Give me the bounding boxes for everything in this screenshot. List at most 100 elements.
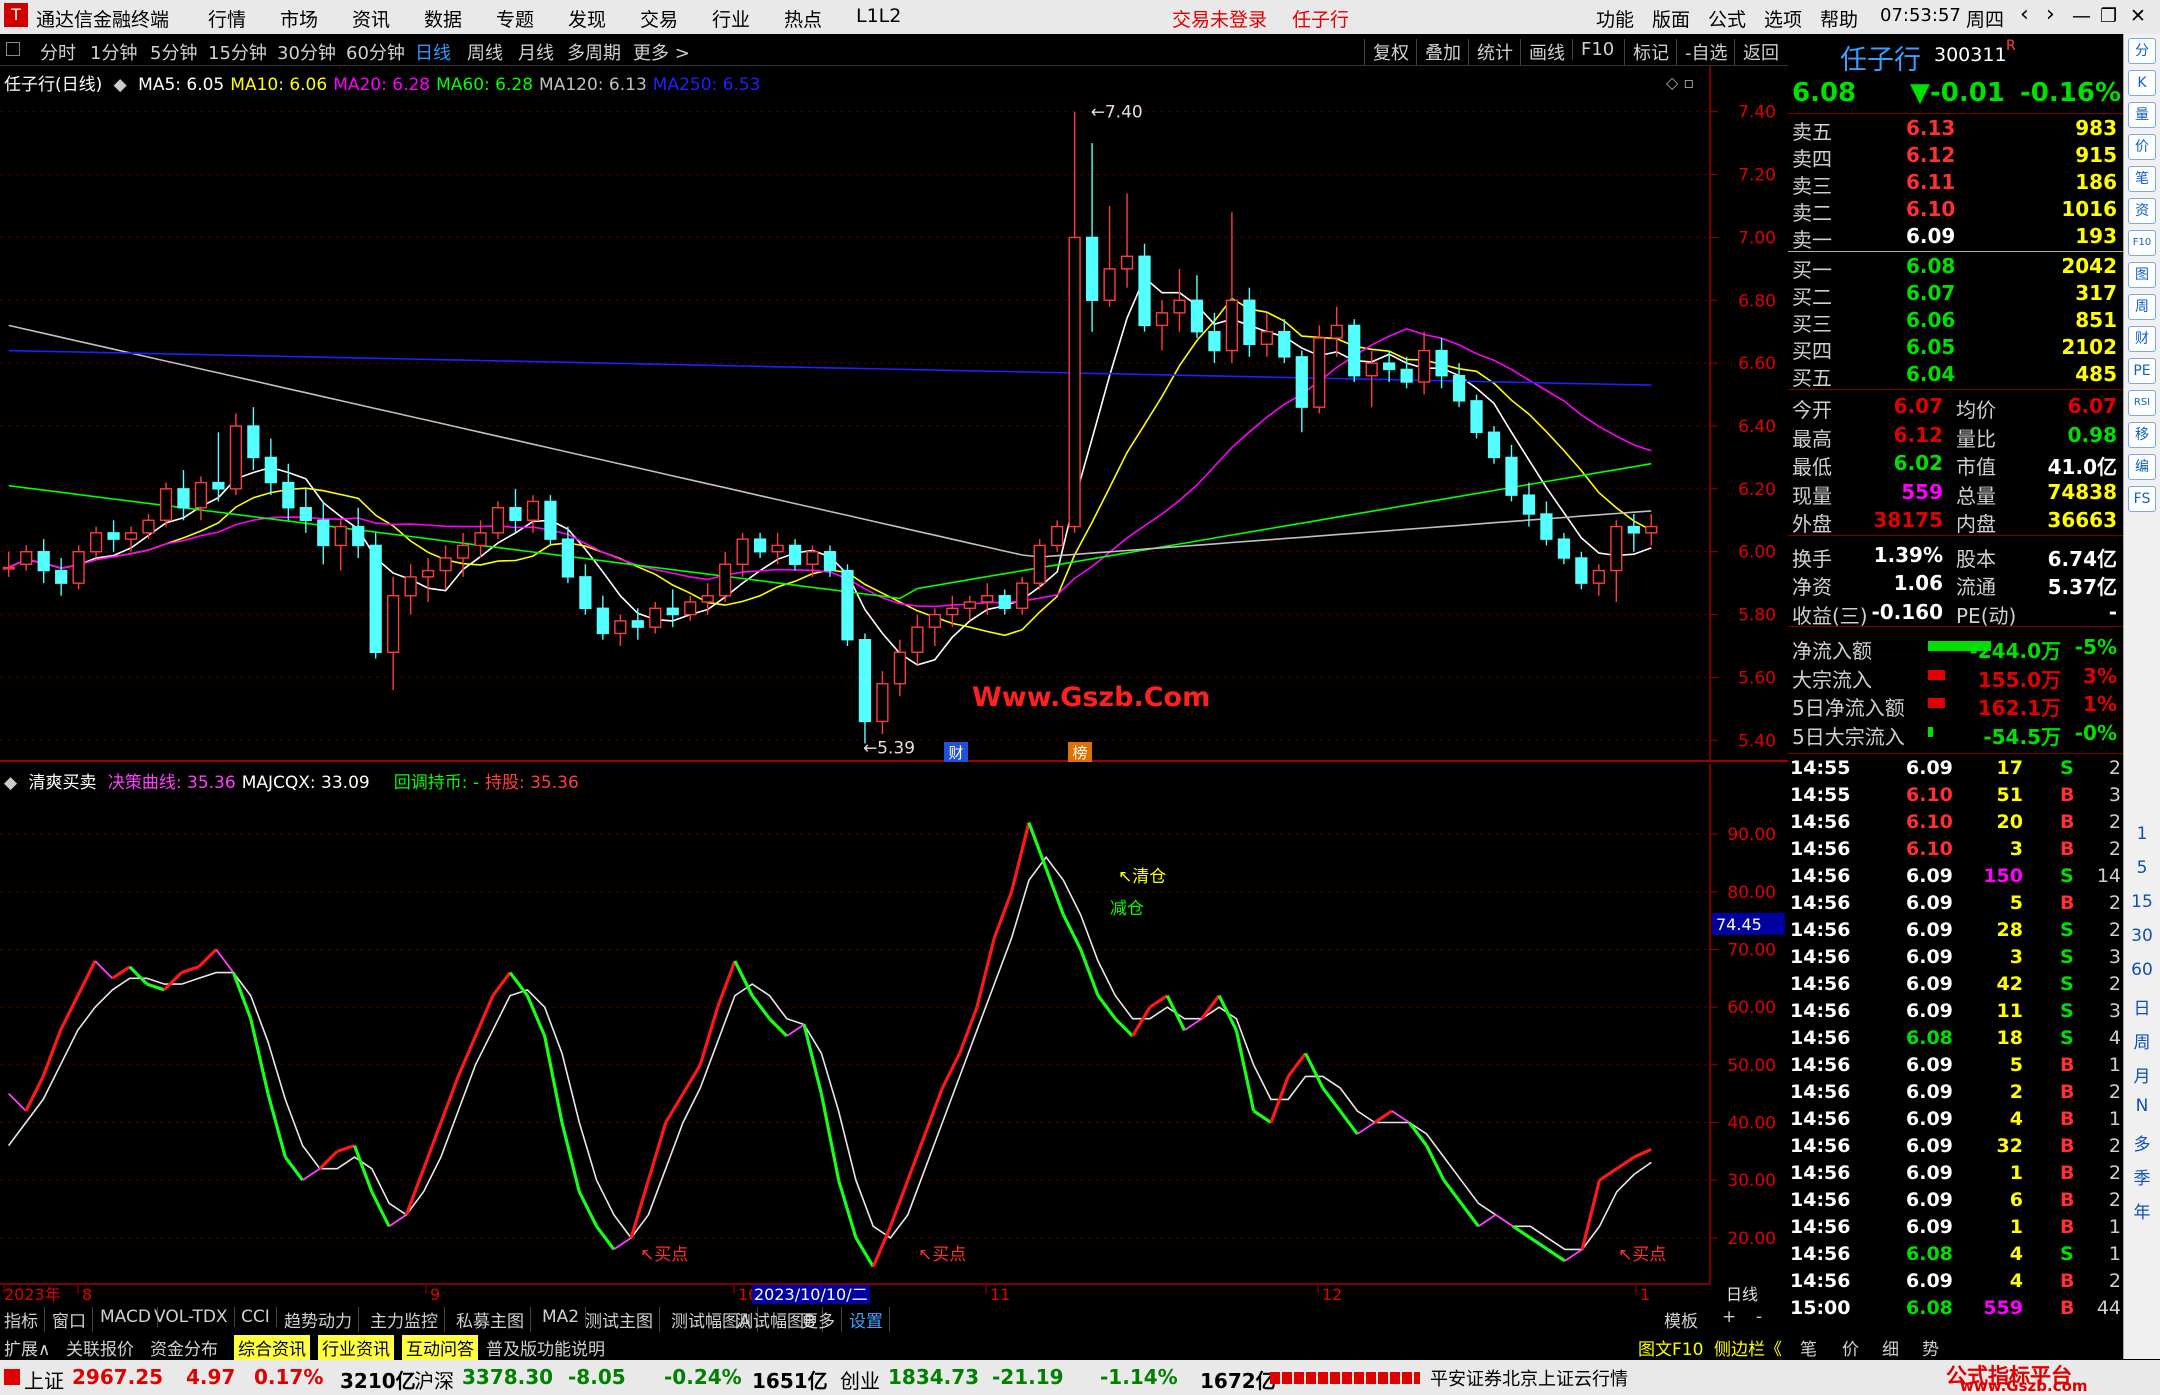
sidebar-icon-11[interactable]: RSI xyxy=(2128,390,2156,416)
event-badge-1[interactable]: 榜 xyxy=(1068,742,1092,762)
info-tab-4[interactable]: 行业资讯 xyxy=(318,1335,394,1360)
sidebar-icon-12[interactable]: 移 xyxy=(2128,422,2156,448)
indicator-tab-1[interactable]: 窗口 xyxy=(52,1307,93,1332)
menu-item-topics[interactable]: 专题 xyxy=(496,5,534,32)
indicator-tab-6[interactable]: 主力监控 xyxy=(370,1307,445,1332)
sidebar-icon-2[interactable]: 量 xyxy=(2128,102,2156,128)
panel-tab-2[interactable]: 细 xyxy=(1882,1335,1899,1360)
info-tab-0[interactable]: 扩展∧ xyxy=(4,1335,50,1360)
menu-item-formula[interactable]: 公式 xyxy=(1708,5,1746,32)
indicator-tab-0[interactable]: 指标 xyxy=(4,1307,45,1332)
toolbar-adjust[interactable]: 复权 xyxy=(1364,39,1409,65)
toolbar-overlay[interactable]: 叠加 xyxy=(1416,39,1461,65)
index-name-2[interactable]: 创业 xyxy=(840,1365,880,1394)
toolbar-stats[interactable]: 统计 xyxy=(1468,39,1513,65)
settings-icon[interactable]: ◆ xyxy=(114,75,127,95)
sidebar-icon-22[interactable]: 月 xyxy=(2128,1062,2156,1088)
candle-28[interactable] xyxy=(491,501,505,540)
template-button[interactable]: 模板 xyxy=(1664,1307,1704,1332)
toolbar-f10[interactable]: F10 xyxy=(1572,39,1614,60)
back-arrow-icon[interactable]: ‹ xyxy=(2020,2,2029,27)
candle-58[interactable] xyxy=(1016,576,1029,615)
menu-item-l1l2[interactable]: L1L2 xyxy=(856,5,901,27)
menu-item-data[interactable]: 数据 xyxy=(424,5,462,32)
remove-window-button[interactable]: - xyxy=(1756,1307,1768,1327)
candle-48[interactable] xyxy=(841,564,854,646)
indicator-tab-7[interactable]: 私募主图 xyxy=(456,1307,531,1332)
candle-9[interactable] xyxy=(159,482,173,527)
tick-row-2[interactable]: 14:56 6.10 20 B 2 xyxy=(1788,809,2123,836)
sidebar-icon-21[interactable]: 周 xyxy=(2128,1028,2156,1054)
sidebar-icon-15[interactable]: 1 xyxy=(2128,824,2156,850)
sidebar-icon-3[interactable]: 价 xyxy=(2128,134,2156,160)
sidebar-icon-0[interactable]: 分 xyxy=(2128,38,2156,64)
tick-row-9[interactable]: 14:56 6.09 11 S 3 xyxy=(1788,998,2123,1025)
candle-90[interactable] xyxy=(1575,551,1588,590)
tick-row-16[interactable]: 14:56 6.09 6 B 2 xyxy=(1788,1187,2123,1214)
settings-icon[interactable]: ◆ xyxy=(4,773,17,793)
menu-item-hot[interactable]: 热点 xyxy=(784,5,822,32)
menu-item-options[interactable]: 选项 xyxy=(1764,5,1802,32)
toolbar-mark[interactable]: 标记 xyxy=(1624,39,1669,65)
candle-59[interactable] xyxy=(1033,539,1046,590)
minimize-icon[interactable]: — xyxy=(2072,5,2091,27)
index-name-0[interactable]: 上证 xyxy=(24,1365,64,1394)
tick-row-20[interactable]: 15:00 6.08 559 B 44 xyxy=(1788,1295,2123,1322)
sidebar-icon-25[interactable]: 季 xyxy=(2128,1164,2156,1190)
menu-item-quotes[interactable]: 行情 xyxy=(208,5,246,32)
sidebar-icon-16[interactable]: 5 xyxy=(2128,858,2156,884)
index-name-1[interactable]: 沪深 xyxy=(414,1365,454,1394)
tick-row-5[interactable]: 14:56 6.09 5 B 2 xyxy=(1788,890,2123,917)
sidebar-icon-8[interactable]: 周 xyxy=(2128,294,2156,320)
indicator-tab-9[interactable]: 测试主图 xyxy=(585,1307,660,1332)
sidebar-icon-10[interactable]: PE xyxy=(2128,358,2156,384)
toolbar-draw[interactable]: 画线 xyxy=(1520,39,1565,65)
sidebar-icon-17[interactable]: 15 xyxy=(2128,892,2156,918)
tick-row-18[interactable]: 14:56 6.08 4 S 1 xyxy=(1788,1241,2123,1268)
candle-4[interactable] xyxy=(72,545,85,590)
panel-toggle-icon[interactable] xyxy=(6,42,20,56)
indicator-tab-8[interactable]: MA2 xyxy=(542,1307,587,1327)
menu-item-function[interactable]: 功能 xyxy=(1596,5,1634,32)
sidebar-icon-4[interactable]: 笔 xyxy=(2128,166,2156,192)
tick-row-11[interactable]: 14:56 6.09 5 B 1 xyxy=(1788,1052,2123,1079)
sidebar-icon-5[interactable]: 资 xyxy=(2128,198,2156,224)
candle-13[interactable] xyxy=(229,413,243,496)
event-badge-0[interactable]: 财 xyxy=(944,742,968,762)
chart-options-icon[interactable]: ◇ ▫ xyxy=(1666,73,1694,92)
menu-item-trade[interactable]: 交易 xyxy=(640,5,678,32)
sidebar-icon-7[interactable]: 图 xyxy=(2128,262,2156,288)
tick-row-8[interactable]: 14:56 6.09 42 S 2 xyxy=(1788,971,2123,998)
candle-65[interactable] xyxy=(1138,243,1151,332)
login-status[interactable]: 交易未登录 xyxy=(1172,5,1267,32)
tick-row-13[interactable]: 14:56 6.09 4 B 1 xyxy=(1788,1106,2123,1133)
period-intraday[interactable]: 分时 xyxy=(40,39,76,65)
sidebar-icon-24[interactable]: 多 xyxy=(2128,1130,2156,1156)
info-tab-1[interactable]: 关联报价 xyxy=(66,1335,134,1360)
tick-row-6[interactable]: 14:56 6.09 28 S 2 xyxy=(1788,917,2123,944)
tick-row-10[interactable]: 14:56 6.08 18 S 4 xyxy=(1788,1025,2123,1052)
period-30min[interactable]: 30分钟 xyxy=(277,39,336,65)
candle-77[interactable] xyxy=(1348,319,1361,382)
panel-tab-0[interactable]: 笔 xyxy=(1800,1335,1817,1360)
period-weekly[interactable]: 周线 xyxy=(467,39,503,65)
sidebar-icon-26[interactable]: 年 xyxy=(2128,1198,2156,1224)
sidebar-icon-9[interactable]: 财 xyxy=(2128,326,2156,352)
tick-row-1[interactable]: 14:55 6.10 51 B 3 xyxy=(1788,782,2123,809)
tick-row-0[interactable]: 14:55 6.09 17 S 2 xyxy=(1788,755,2123,782)
candle-85[interactable] xyxy=(1487,426,1501,464)
candle-21[interactable] xyxy=(369,532,382,659)
period-15min[interactable]: 15分钟 xyxy=(208,39,267,65)
indicator-chart[interactable]: 90.00 80.00 70.00 60.00 50.00 40.00 30.00 20.00… xyxy=(0,764,1788,1304)
tick-row-14[interactable]: 14:56 6.09 32 B 2 xyxy=(1788,1133,2123,1160)
panel-tab-1[interactable]: 价 xyxy=(1842,1335,1859,1360)
indicator-tab-13[interactable]: 设置 xyxy=(849,1307,890,1332)
indicator-tab-12[interactable]: 更多 xyxy=(801,1307,842,1332)
tick-row-3[interactable]: 14:56 6.10 3 B 2 xyxy=(1788,836,2123,863)
period-5min[interactable]: 5分钟 xyxy=(150,39,197,65)
indicator-tab-2[interactable]: MACD xyxy=(100,1307,158,1327)
sidebar-icon-20[interactable]: 日 xyxy=(2128,994,2156,1020)
add-window-button[interactable]: + xyxy=(1722,1307,1742,1327)
period-monthly[interactable]: 月线 xyxy=(518,39,554,65)
indicator-tab-3[interactable]: VOL-TDX xyxy=(154,1307,235,1327)
